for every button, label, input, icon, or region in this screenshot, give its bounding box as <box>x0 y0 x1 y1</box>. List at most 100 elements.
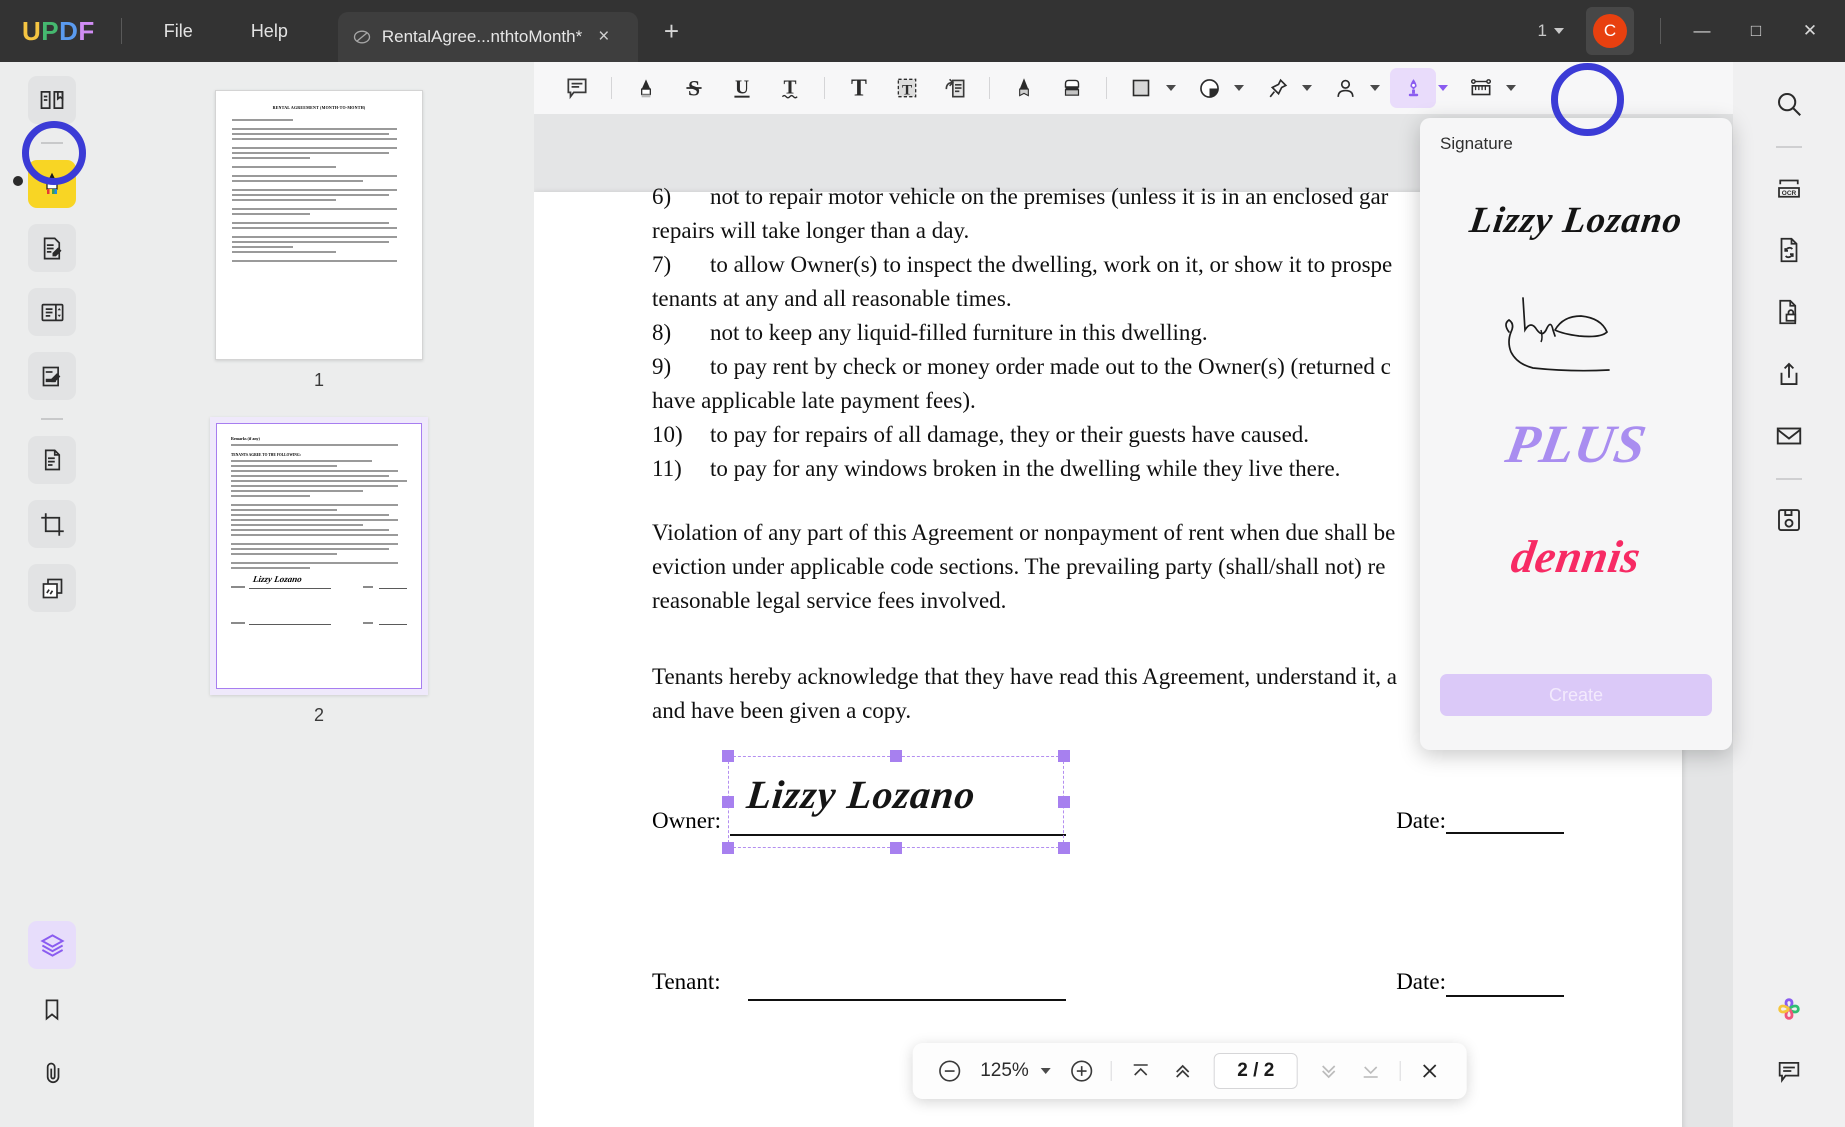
chevron-down-icon <box>1554 28 1564 34</box>
protect-icon[interactable] <box>1765 288 1813 336</box>
resize-handle-nw[interactable] <box>722 750 734 762</box>
search-icon[interactable] <box>1765 80 1813 128</box>
signature-icon[interactable] <box>1390 68 1436 108</box>
share-icon[interactable] <box>1765 350 1813 398</box>
previous-page-button[interactable] <box>1164 1052 1202 1090</box>
signature-drawn-scribble[interactable] <box>1440 276 1712 388</box>
text-icon[interactable]: T <box>836 68 882 108</box>
convert-icon[interactable] <box>1765 226 1813 274</box>
pin-dropdown-caret-icon[interactable] <box>1302 85 1312 91</box>
new-tab-button[interactable]: + <box>664 16 679 47</box>
person-dropdown-caret-icon[interactable] <box>1370 85 1380 91</box>
annotation-cursor-dot <box>13 176 23 186</box>
thumb1-block-5 <box>232 175 406 182</box>
sidebar-edit-pdf-icon[interactable] <box>28 224 76 272</box>
minimize-button[interactable]: — <box>1675 0 1729 62</box>
sidebar-organize-pages-icon[interactable] <box>28 436 76 484</box>
measure-dropdown-caret-icon[interactable] <box>1506 85 1516 91</box>
comment-panel-icon[interactable] <box>1765 1047 1813 1095</box>
squiggly-t-icon: T <box>777 75 803 101</box>
resize-handle-w[interactable] <box>722 796 734 808</box>
marker-icon <box>633 75 659 101</box>
menu-help[interactable]: Help <box>235 15 304 48</box>
toolbar-sep-4 <box>1106 77 1107 99</box>
sidebar-bookmark-icon[interactable] <box>28 985 76 1033</box>
signature-dropdown-caret-icon[interactable] <box>1438 85 1448 91</box>
resize-handle-s[interactable] <box>890 842 902 854</box>
account-button[interactable]: C <box>1586 7 1634 55</box>
close-window-button[interactable]: ✕ <box>1783 0 1837 62</box>
pin-icon[interactable] <box>1254 68 1300 108</box>
maximize-button[interactable]: □ <box>1729 0 1783 62</box>
save-icon[interactable] <box>1765 496 1813 544</box>
sidebar-attachment-icon[interactable] <box>28 1049 76 1097</box>
first-page-button[interactable] <box>1122 1052 1160 1090</box>
email-icon[interactable] <box>1765 412 1813 460</box>
sidebar-form-icon[interactable] <box>28 352 76 400</box>
underline-u-icon: U <box>729 75 755 101</box>
menu-file[interactable]: File <box>148 15 209 48</box>
sidebar-batch-icon[interactable] <box>28 564 76 612</box>
strikethrough-icon[interactable]: S <box>671 68 717 108</box>
close-pagebar-button[interactable] <box>1411 1052 1449 1090</box>
create-signature-button[interactable]: Create <box>1440 674 1712 716</box>
tenant-signature-row: Tenant: Date: <box>652 969 1564 1015</box>
chevron-up-double-icon <box>1171 1059 1195 1083</box>
text-box-t-icon: T <box>894 75 920 101</box>
edit-document-icon <box>39 235 66 262</box>
zoom-out-button[interactable] <box>930 1052 968 1090</box>
stamp-icon[interactable] <box>1186 68 1232 108</box>
page-indicator[interactable]: 2 / 2 <box>1214 1053 1298 1089</box>
eraser-icon[interactable] <box>1049 68 1095 108</box>
highlight-icon[interactable] <box>623 68 669 108</box>
squiggly-underline-icon[interactable]: T <box>767 68 813 108</box>
placed-signature-selection-box[interactable]: Lizzy Lozano <box>728 756 1064 848</box>
thumb1-block-4 <box>232 166 406 168</box>
sidebar-annotate-icon[interactable] <box>28 160 76 208</box>
stamp-person-icon[interactable] <box>1322 68 1368 108</box>
date-rule-tenant <box>1446 995 1564 997</box>
resize-handle-e[interactable] <box>1058 796 1070 808</box>
document-tab[interactable]: RentalAgree...nthtoMonth* × <box>338 12 638 62</box>
stamp-dropdown-caret-icon[interactable] <box>1234 85 1244 91</box>
shape-dropdown-caret-icon[interactable] <box>1166 85 1176 91</box>
text-box-icon[interactable]: T <box>884 68 930 108</box>
thumbnail-page-1[interactable]: RENTAL AGREEMENT (MONTH-TO-MONTH) <box>215 90 423 360</box>
comment-icon[interactable] <box>554 68 600 108</box>
person-stamp-group <box>1322 68 1388 108</box>
ocr-icon[interactable]: OCR <box>1765 164 1813 212</box>
resize-handle-n[interactable] <box>890 750 902 762</box>
signature-plus[interactable]: PLUS <box>1440 388 1712 500</box>
zoom-level-label[interactable]: 125% <box>972 1060 1037 1082</box>
last-page-button[interactable] <box>1352 1052 1390 1090</box>
sidebar-convert-icon[interactable] <box>28 288 76 336</box>
ai-assistant-icon[interactable] <box>1765 985 1813 1033</box>
zoom-dropdown-caret-icon[interactable] <box>1041 1068 1051 1074</box>
underline-icon[interactable]: U <box>719 68 765 108</box>
signature-lizzy-lozano[interactable]: Lizzy Lozano <box>1440 164 1712 276</box>
sidebar-reader-icon[interactable] <box>28 76 76 124</box>
resize-handle-se[interactable] <box>1058 842 1070 854</box>
tenant-signature-rule <box>748 999 1066 1001</box>
zoom-out-icon <box>936 1058 962 1084</box>
sidebar-layers-icon[interactable] <box>28 921 76 969</box>
signature-dennis[interactable]: dennis <box>1440 500 1712 612</box>
shape-icon[interactable] <box>1118 68 1164 108</box>
share-upload-icon <box>1774 359 1804 389</box>
pencil-icon[interactable] <box>1001 68 1047 108</box>
annotation-toolbar: S U T T <box>534 62 1733 114</box>
left-sidebar <box>0 62 104 1127</box>
window-count-dropdown[interactable]: 1 <box>1528 15 1574 47</box>
zoom-in-button[interactable] <box>1063 1052 1101 1090</box>
next-page-button[interactable] <box>1310 1052 1348 1090</box>
text-t-icon: T <box>846 75 872 101</box>
sidebar-crop-icon[interactable] <box>28 500 76 548</box>
resize-handle-ne[interactable] <box>1058 750 1070 762</box>
thumbnail-page-2[interactable]: Remarks (if any) TENANTS AGREE TO THE FO… <box>210 417 428 695</box>
thumb2-list <box>231 460 407 497</box>
callout-icon[interactable] <box>932 68 978 108</box>
resize-handle-sw[interactable] <box>722 842 734 854</box>
measure-icon[interactable] <box>1458 68 1504 108</box>
thumb1-block-3 <box>232 147 406 159</box>
tab-close-icon[interactable]: × <box>598 26 609 48</box>
